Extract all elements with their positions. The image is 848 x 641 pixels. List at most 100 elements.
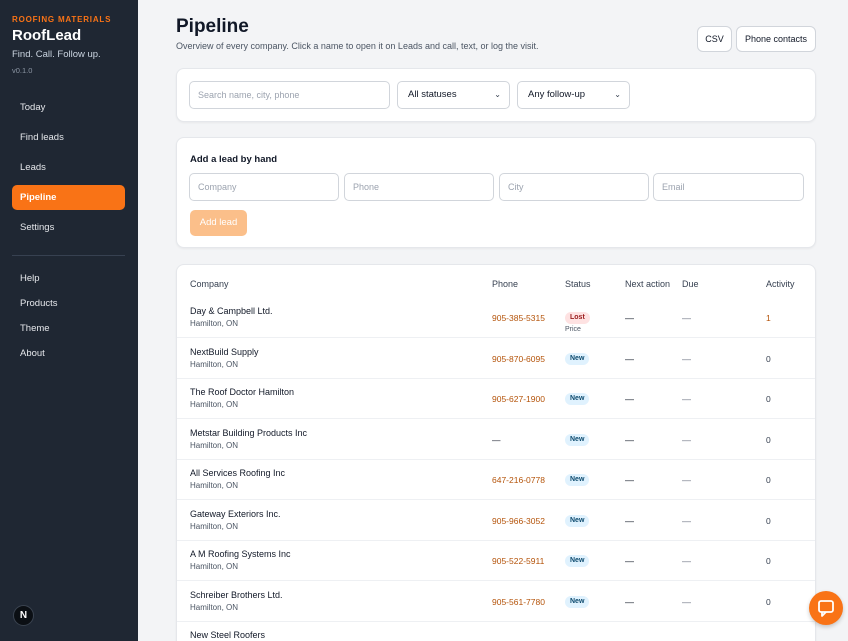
status-badge: New	[565, 474, 590, 486]
page-subtitle: Overview of every company. Click a name …	[176, 41, 539, 51]
nav-item-leads[interactable]: Leads	[12, 155, 125, 180]
company-city: Hamilton, ON	[190, 603, 239, 612]
next-action: —	[625, 435, 634, 445]
phone-contacts-button[interactable]: Phone contacts	[736, 26, 816, 52]
activity-count: 0	[766, 475, 771, 485]
table-row[interactable]: Day & Campbell Ltd. Hamilton, ON 905-385…	[177, 298, 815, 338]
phone-link[interactable]: 905-385-5315	[492, 313, 545, 323]
company-city: Hamilton, ON	[190, 481, 239, 490]
nav-item-products[interactable]: Products	[12, 291, 125, 316]
table-row[interactable]: Gateway Exteriors Inc. Hamilton, ON 905-…	[177, 501, 815, 541]
due-date: —	[682, 556, 691, 566]
next-action: —	[625, 516, 634, 526]
chat-button[interactable]	[809, 591, 843, 625]
nav-item-today[interactable]: Today	[12, 95, 125, 120]
table-row[interactable]: All Services Roofing Inc Hamilton, ON 64…	[177, 460, 815, 500]
activity-count: 0	[766, 556, 771, 566]
app-version: v0.1.0	[12, 66, 33, 75]
activity-count[interactable]: 1	[766, 313, 771, 323]
status-select[interactable]: All statuses ⌄	[397, 81, 510, 109]
nav-item-theme[interactable]: Theme	[12, 316, 125, 341]
company-name-link[interactable]: New Steel Roofers	[190, 630, 265, 640]
status-select-value: All statuses	[408, 89, 457, 100]
pipeline-table: Company Phone Status Next action Due Act…	[176, 264, 816, 641]
column-header-due[interactable]: Due	[682, 279, 699, 289]
company-name-link[interactable]: Schreiber Brothers Ltd.	[190, 590, 283, 600]
next-action: —	[625, 313, 634, 323]
next-action: —	[625, 597, 634, 607]
activity-count: 0	[766, 394, 771, 404]
company-city: Hamilton, ON	[190, 360, 239, 369]
status-badge: New	[565, 515, 590, 527]
due-date: —	[682, 394, 691, 404]
brand-tagline: Find. Call. Follow up.	[12, 49, 101, 60]
status-badge: New	[565, 393, 590, 405]
company-name-link[interactable]: Gateway Exteriors Inc.	[190, 509, 281, 519]
table-row[interactable]: A M Roofing Systems Inc Hamilton, ON 905…	[177, 541, 815, 581]
table-row[interactable]: New Steel Roofers	[177, 622, 815, 641]
company-name-link[interactable]: NextBuild Supply	[190, 347, 259, 357]
due-date: —	[682, 354, 691, 364]
due-date: —	[682, 313, 691, 323]
due-date: —	[682, 435, 691, 445]
company-city: Hamilton, ON	[190, 319, 239, 328]
nav-item-pipeline[interactable]: Pipeline	[12, 185, 125, 210]
activity-count: 0	[766, 597, 771, 607]
company-name-link[interactable]: Day & Campbell Ltd.	[190, 306, 273, 316]
dev-badge-icon[interactable]: N	[13, 605, 34, 626]
status-badge: New	[565, 555, 590, 567]
add-lead-card: Add a lead by hand Company Phone City Em…	[176, 137, 816, 248]
nav-item-help[interactable]: Help	[12, 266, 125, 291]
table-row[interactable]: NextBuild Supply Hamilton, ON 905-870-60…	[177, 339, 815, 379]
next-action: —	[625, 475, 634, 485]
phone-empty: —	[492, 435, 501, 445]
company-name-link[interactable]: A M Roofing Systems Inc	[190, 549, 291, 559]
chat-bubble-icon	[818, 600, 834, 617]
nav-item-about[interactable]: About	[12, 341, 125, 366]
company-name-link[interactable]: Metstar Building Products Inc	[190, 428, 307, 438]
column-header-next-action[interactable]: Next action	[625, 279, 670, 289]
column-header-phone[interactable]: Phone	[492, 279, 518, 289]
table-row[interactable]: The Roof Doctor Hamilton Hamilton, ON 90…	[177, 379, 815, 419]
filters-card: Search name, city, phone All statuses ⌄ …	[176, 68, 816, 122]
nav-item-settings[interactable]: Settings	[12, 215, 125, 240]
phone-link[interactable]: 905-522-5911	[492, 556, 544, 566]
csv-button[interactable]: CSV	[697, 26, 732, 52]
company-name-link[interactable]: The Roof Doctor Hamilton	[190, 387, 294, 397]
due-date: —	[682, 475, 691, 485]
column-header-company[interactable]: Company	[190, 279, 229, 289]
table-row[interactable]: Metstar Building Products Inc Hamilton, …	[177, 420, 815, 460]
email-field[interactable]: Email	[653, 173, 804, 201]
phone-link[interactable]: 905-870-6095	[492, 354, 545, 364]
phone-link[interactable]: 647-216-0778	[492, 475, 545, 485]
followup-select[interactable]: Any follow-up ⌄	[517, 81, 630, 109]
add-lead-button[interactable]: Add lead	[190, 210, 247, 236]
status-badge: New	[565, 434, 590, 446]
phone-field[interactable]: Phone	[344, 173, 494, 201]
next-action: —	[625, 556, 634, 566]
company-field[interactable]: Company	[189, 173, 339, 201]
phone-link[interactable]: 905-966-3052	[492, 516, 545, 526]
activity-count: 0	[766, 516, 771, 526]
search-input[interactable]: Search name, city, phone	[189, 81, 390, 109]
followup-select-value: Any follow-up	[528, 89, 586, 100]
nav-item-find-leads[interactable]: Find leads	[12, 125, 125, 150]
status-badge: New	[565, 596, 590, 608]
next-action: —	[625, 354, 634, 364]
activity-count: 0	[766, 435, 771, 445]
column-header-status[interactable]: Status	[565, 279, 591, 289]
company-name-link[interactable]: All Services Roofing Inc	[190, 468, 285, 478]
table-row[interactable]: Schreiber Brothers Ltd. Hamilton, ON 905…	[177, 582, 815, 622]
column-header-activity[interactable]: Activity	[766, 279, 795, 289]
city-field[interactable]: City	[499, 173, 649, 201]
chevron-down-icon: ⌄	[614, 90, 621, 99]
sidebar: ROOFING MATERIALS RoofLead Find. Call. F…	[0, 0, 138, 641]
chevron-down-icon: ⌄	[494, 90, 501, 99]
company-city: Hamilton, ON	[190, 522, 239, 531]
phone-link[interactable]: 905-627-1900	[492, 394, 545, 404]
brand-name: RoofLead	[12, 27, 82, 44]
nav-divider	[12, 255, 125, 256]
company-city: Hamilton, ON	[190, 400, 239, 409]
status-badge: Lost	[565, 312, 590, 324]
phone-link[interactable]: 905-561-7780	[492, 597, 545, 607]
